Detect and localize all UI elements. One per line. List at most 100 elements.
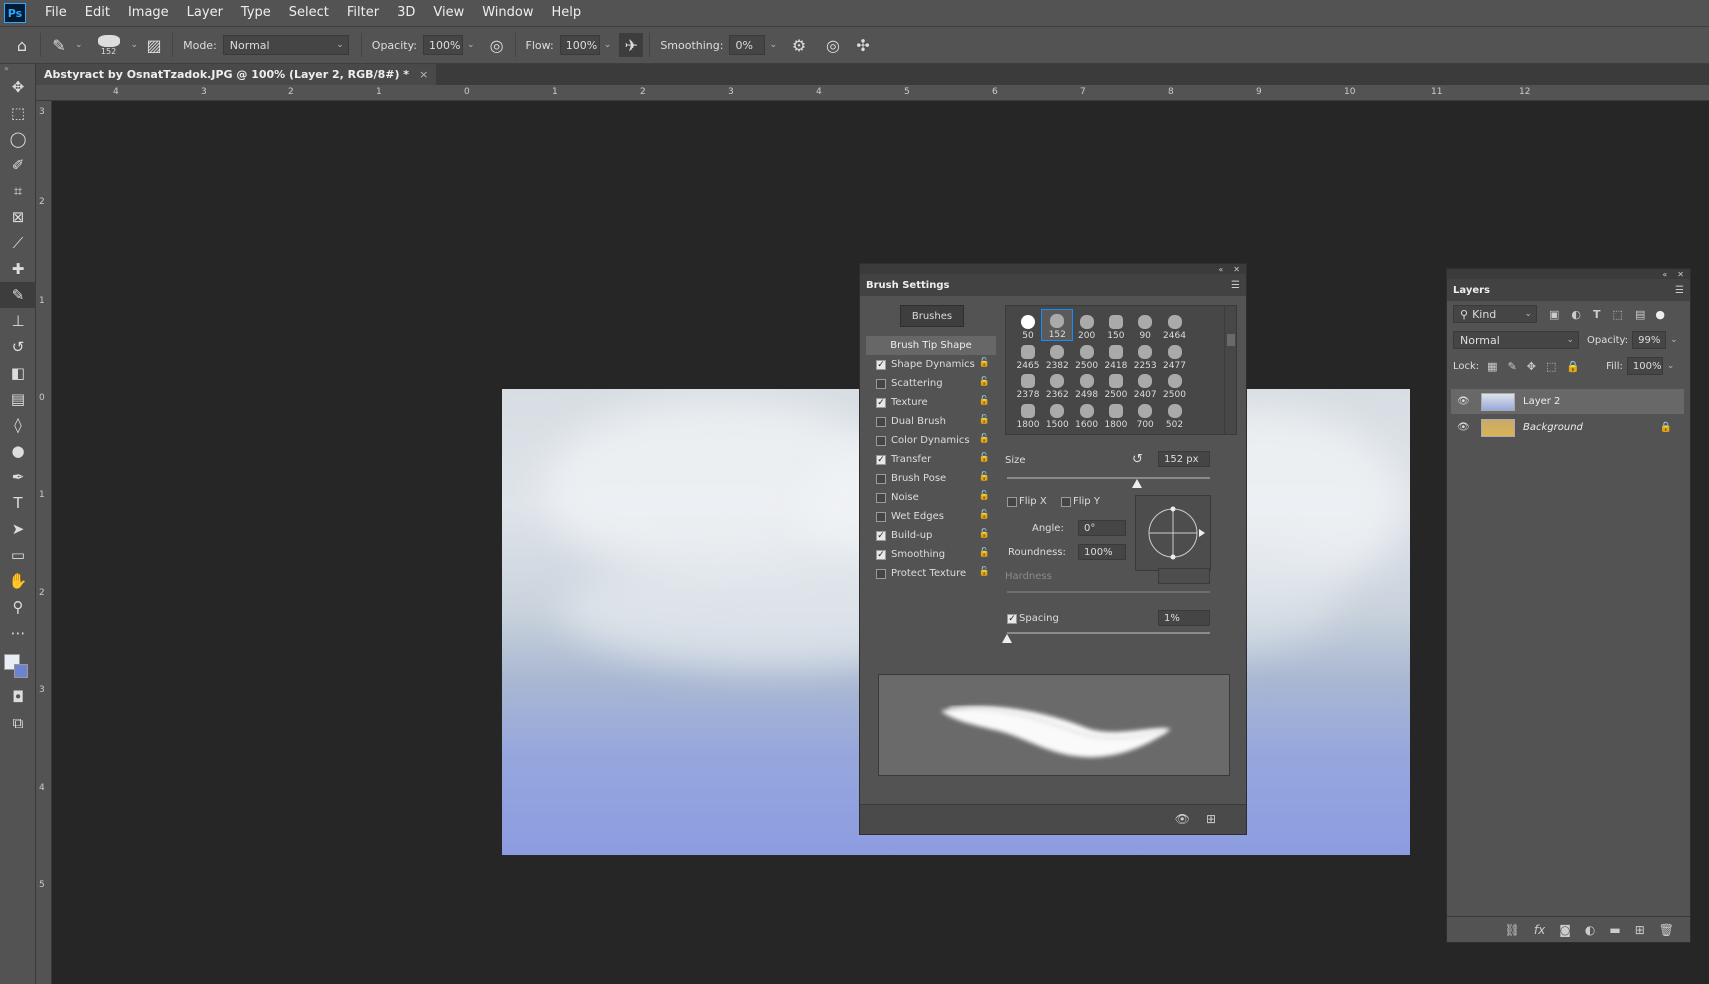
- history-brush-tool-icon[interactable]: ↺: [0, 334, 36, 360]
- chevron-down-icon[interactable]: ⌄: [1667, 361, 1675, 371]
- brush-tool-icon[interactable]: ✎: [0, 282, 36, 308]
- menu-filter[interactable]: Filter: [338, 0, 388, 26]
- spacing-slider[interactable]: [1007, 632, 1210, 634]
- tab-brush-settings[interactable]: Brush Settings: [866, 280, 949, 291]
- angle-input[interactable]: 0°: [1078, 520, 1126, 536]
- stamp-tool-icon[interactable]: ⊥: [0, 308, 36, 334]
- layer-opacity-input[interactable]: 99%: [1632, 331, 1667, 349]
- filter-toggle-icon[interactable]: ●: [1655, 308, 1665, 321]
- toolbar-collapse-icon[interactable]: »: [0, 64, 35, 74]
- close-icon[interactable]: ✕: [1677, 270, 1684, 279]
- menu-edit[interactable]: Edit: [76, 0, 119, 26]
- trash-icon[interactable]: 🗑: [1659, 923, 1674, 937]
- lock-pixels-icon[interactable]: ✎: [1508, 360, 1517, 373]
- option-checkbox[interactable]: ✓: [876, 530, 886, 541]
- airbrush-icon[interactable]: ✈: [619, 33, 644, 57]
- pen-tool-icon[interactable]: ✒: [0, 464, 36, 490]
- marquee-tool-icon[interactable]: ⬚: [0, 100, 36, 126]
- brush-preset-item[interactable]: 2464: [1159, 309, 1191, 341]
- lock-position-icon[interactable]: ✥: [1527, 360, 1536, 373]
- opacity-input[interactable]: 100%: [423, 35, 463, 55]
- option-checkbox[interactable]: [876, 492, 886, 503]
- lock-transparent-icon[interactable]: ▦: [1487, 360, 1497, 373]
- link-layers-icon[interactable]: ⛓: [1505, 923, 1520, 937]
- brush-preset-item[interactable]: 2382: [1041, 339, 1073, 371]
- flip-x-checkbox[interactable]: [1007, 497, 1017, 507]
- quick-mask-icon[interactable]: ◘: [0, 684, 36, 710]
- chevron-down-icon[interactable]: ⌄: [467, 40, 475, 50]
- lock-icon[interactable]: 🔓: [979, 510, 990, 520]
- brush-preset-item[interactable]: 90: [1129, 309, 1161, 341]
- brush-preset-item[interactable]: 2407: [1129, 368, 1161, 400]
- brush-preset-item[interactable]: 150: [1100, 309, 1132, 341]
- quick-select-tool-icon[interactable]: ✐: [0, 152, 36, 178]
- preset-scrollbar[interactable]: [1224, 306, 1236, 434]
- tab-layers[interactable]: Layers: [1453, 285, 1490, 296]
- angle-roundness-widget[interactable]: [1135, 495, 1211, 571]
- menu-file[interactable]: File: [36, 0, 76, 26]
- spacing-checkbox[interactable]: ✓: [1007, 614, 1017, 624]
- brush-preset-item[interactable]: 200: [1071, 309, 1103, 341]
- lock-icon[interactable]: 🔓: [979, 567, 990, 577]
- symmetry-butterfly-icon[interactable]: ✣: [851, 33, 875, 57]
- brush-settings-toggle-icon[interactable]: ▨: [142, 33, 166, 57]
- shape-filter-icon[interactable]: ⬚: [1613, 308, 1623, 321]
- brush-option-protect-texture[interactable]: Protect Texture 🔓: [866, 564, 996, 583]
- mode-select[interactable]: Normal ⌄: [222, 35, 349, 55]
- brush-preset-item[interactable]: 2500: [1159, 368, 1191, 400]
- brush-preset-item[interactable]: 2500: [1100, 368, 1132, 400]
- add-mask-icon[interactable]: ◙: [1559, 923, 1571, 937]
- brush-option-noise[interactable]: Noise 🔓: [866, 488, 996, 507]
- document-tab[interactable]: Abstyract by OsnatTzadok.JPG @ 100% (Lay…: [36, 64, 437, 85]
- brush-preset-item[interactable]: 50: [1012, 309, 1044, 341]
- lock-icon[interactable]: 🔓: [979, 491, 990, 501]
- adjustment-layer-icon[interactable]: ◐: [1585, 923, 1595, 937]
- brush-tip-shape-item[interactable]: Brush Tip Shape: [866, 336, 996, 355]
- screen-mode-icon[interactable]: ⧉: [0, 710, 36, 736]
- path-select-tool-icon[interactable]: ➤: [0, 516, 36, 542]
- brush-preset-item[interactable]: 2465: [1012, 339, 1044, 371]
- scrollbar-thumb[interactable]: [1227, 334, 1235, 346]
- reset-size-icon[interactable]: ↺: [1132, 452, 1143, 467]
- visibility-eye-icon[interactable]: 👁: [1457, 422, 1473, 433]
- option-checkbox[interactable]: ✓: [876, 454, 886, 465]
- brush-preset-item[interactable]: 2477: [1159, 339, 1191, 371]
- gradient-tool-icon[interactable]: ▤: [0, 386, 36, 412]
- menu-3d[interactable]: 3D: [388, 0, 424, 26]
- fill-input[interactable]: 100%: [1626, 357, 1663, 375]
- type-tool-icon[interactable]: T: [0, 490, 36, 516]
- option-checkbox[interactable]: [876, 473, 886, 484]
- brush-preset-item[interactable]: 502: [1159, 398, 1191, 430]
- type-filter-icon[interactable]: T: [1593, 308, 1601, 321]
- smart-object-filter-icon[interactable]: ▤: [1635, 308, 1645, 321]
- brush-option-wet-edges[interactable]: Wet Edges 🔓: [866, 507, 996, 526]
- flow-input[interactable]: 100%: [559, 35, 600, 55]
- menu-image[interactable]: Image: [119, 0, 178, 26]
- brush-preset-item[interactable]: 2378: [1012, 368, 1044, 400]
- pressure-size-icon[interactable]: ◎: [821, 33, 845, 57]
- lock-icon[interactable]: 🔓: [979, 396, 990, 406]
- brush-preset-item[interactable]: 2418: [1100, 339, 1132, 371]
- dodge-tool-icon[interactable]: ●: [0, 438, 36, 464]
- chevron-down-icon[interactable]: ⌄: [769, 40, 777, 50]
- brush-preset-picker[interactable]: 152: [91, 30, 127, 60]
- menu-help[interactable]: Help: [543, 0, 591, 26]
- smoothing-input[interactable]: 0%: [729, 35, 766, 55]
- option-checkbox[interactable]: [876, 511, 886, 522]
- menu-view[interactable]: View: [424, 0, 473, 26]
- home-icon[interactable]: ⌂: [10, 33, 34, 57]
- lock-all-icon[interactable]: 🔒: [1566, 360, 1580, 373]
- option-checkbox[interactable]: ✓: [876, 549, 886, 560]
- brush-preset-item[interactable]: 152: [1041, 309, 1074, 341]
- brush-option-transfer[interactable]: ✓ Transfer 🔓: [866, 450, 996, 469]
- collapse-icon[interactable]: «: [1218, 265, 1223, 274]
- layer-row-background[interactable]: 👁 Background 🔒: [1451, 415, 1684, 440]
- brushes-button[interactable]: Brushes: [900, 305, 964, 327]
- menu-layer[interactable]: Layer: [178, 0, 232, 26]
- brush-preset-item[interactable]: 1500: [1041, 398, 1073, 430]
- brush-option-shape-dynamics[interactable]: ✓ Shape Dynamics 🔓: [866, 355, 996, 374]
- lasso-tool-icon[interactable]: ◯: [0, 126, 36, 152]
- panel-menu-icon[interactable]: ☰: [1675, 285, 1684, 296]
- hand-tool-icon[interactable]: ✋: [0, 568, 36, 594]
- close-icon[interactable]: ✕: [1233, 265, 1240, 274]
